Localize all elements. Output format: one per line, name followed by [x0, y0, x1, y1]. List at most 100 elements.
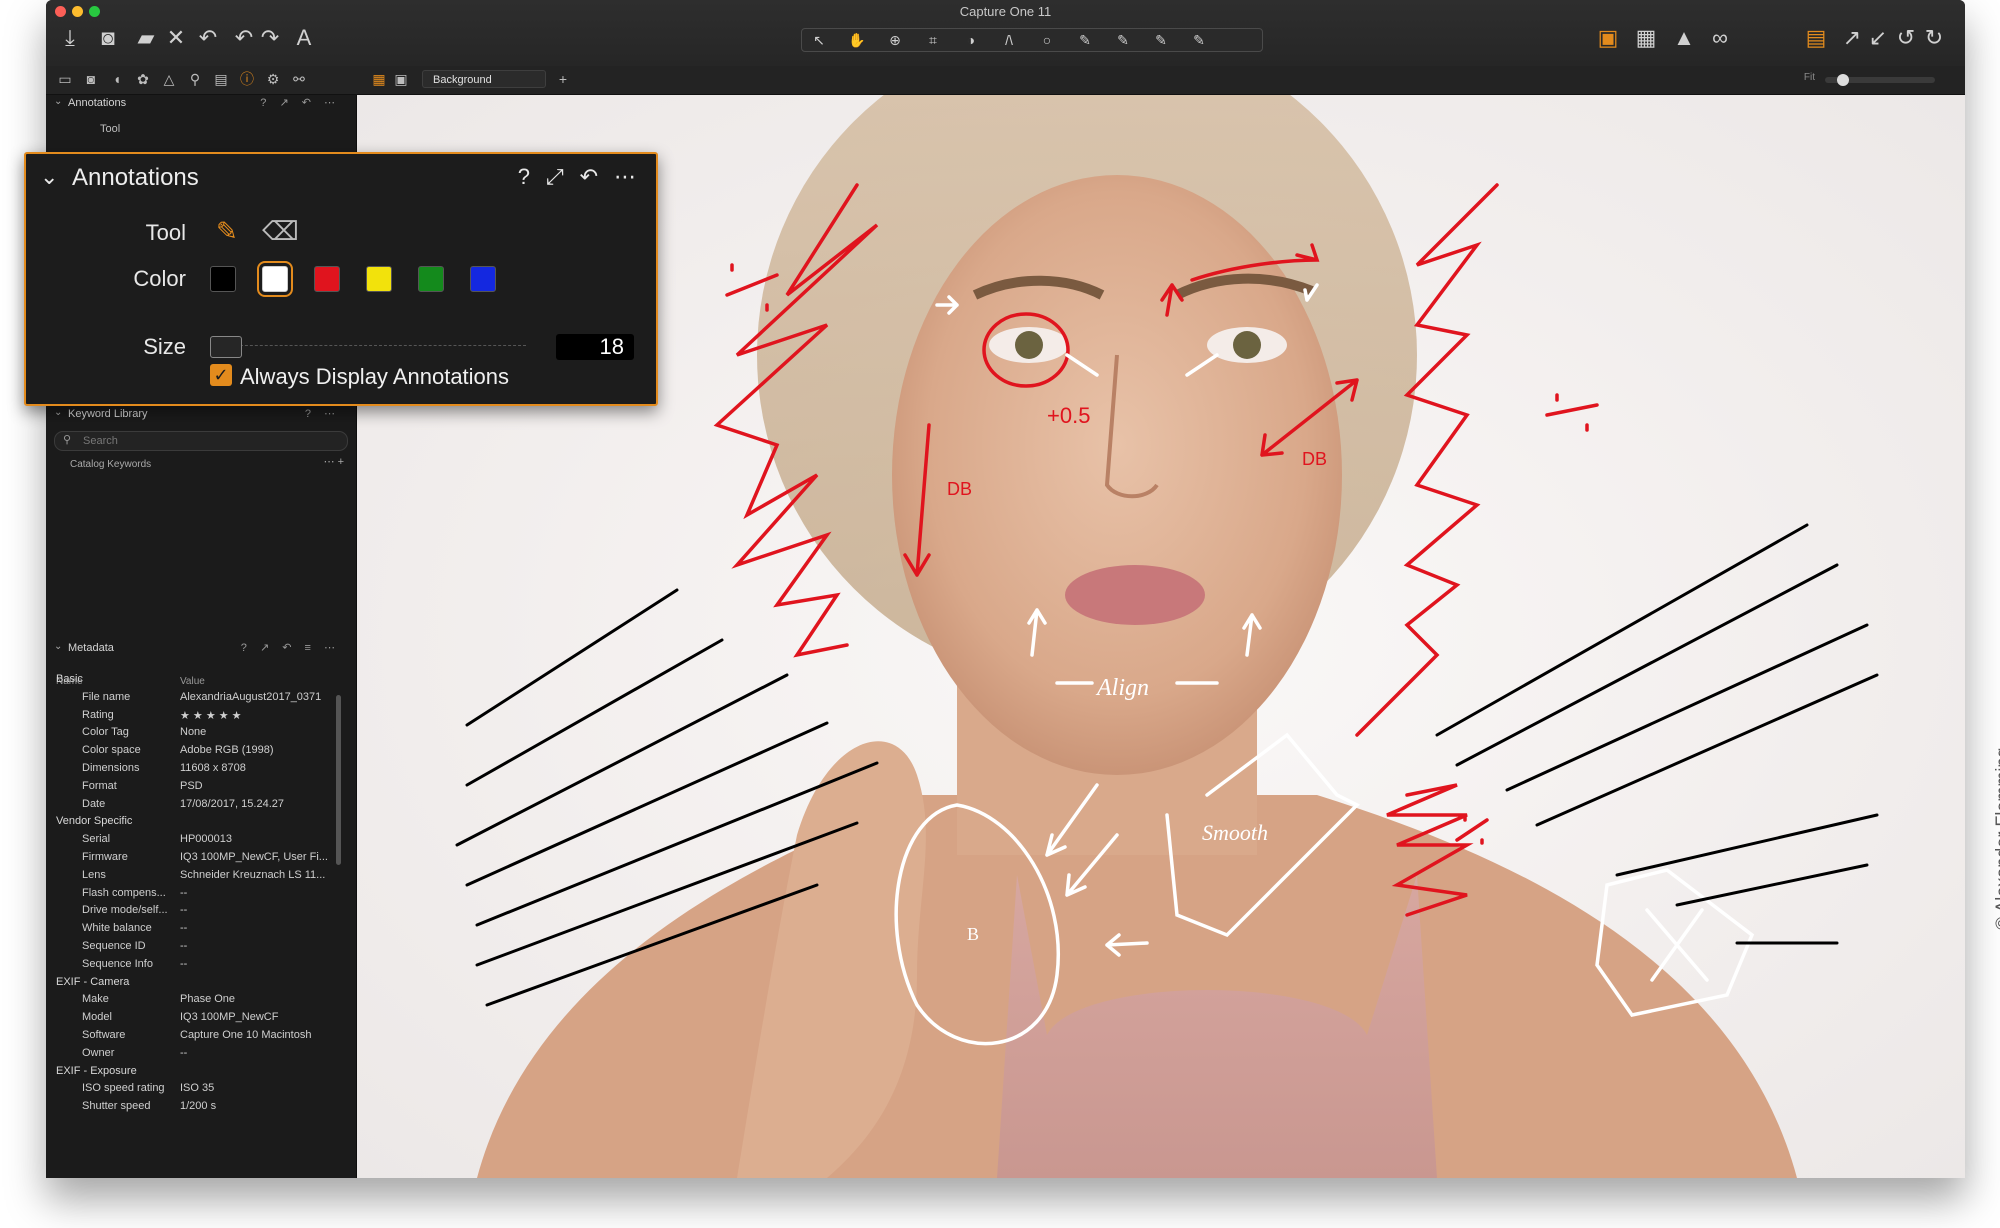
size-value-field[interactable]: 18: [556, 334, 634, 360]
warning-icon[interactable]: ▲: [1670, 24, 1698, 52]
undo2-icon[interactable]: ↶: [230, 24, 258, 52]
camera-icon[interactable]: ◙: [94, 24, 122, 52]
metadata-row[interactable]: Color space Adobe RGB (1998): [46, 742, 346, 760]
keyword-library-header[interactable]: ⌄ Keyword Library ? ⋯: [46, 406, 346, 424]
help-icon[interactable]: ?: [518, 164, 530, 189]
metadata-row[interactable]: Dimensions 11608 x 8708: [46, 760, 346, 778]
add-layer-icon[interactable]: +: [554, 70, 572, 88]
metadata-tab-icon[interactable]: ⓘ: [238, 70, 256, 88]
metadata-row[interactable]: Lens Schneider Kreuznach LS 11...: [46, 867, 346, 885]
metadata-group-row[interactable]: Basic: [46, 671, 346, 689]
exposure-tab-icon[interactable]: △: [160, 70, 178, 88]
metadata-row[interactable]: Sequence Info --: [46, 956, 346, 974]
color-swatch-blue[interactable]: [470, 266, 496, 292]
import-icon[interactable]: ⤓: [56, 24, 84, 52]
section-actions[interactable]: ? ↗ ↶ ⋯: [260, 96, 340, 109]
reset-icon[interactable]: ↶: [580, 164, 598, 189]
rotate-right-icon[interactable]: ↻: [1920, 24, 1948, 52]
zoom-slider[interactable]: [1825, 74, 1935, 86]
metadata-group-row[interactable]: EXIF - Exposure: [46, 1063, 346, 1081]
metadata-row[interactable]: Make Phase One: [46, 991, 346, 1009]
metadata-row[interactable]: Software Capture One 10 Macintosh: [46, 1027, 346, 1045]
zoom-slider-knob[interactable]: [1837, 74, 1849, 86]
proof-icon[interactable]: ∞: [1706, 24, 1734, 52]
grid-view-icon[interactable]: ▦: [370, 70, 388, 88]
annotations-popup: ⌄ Annotations ? ⤢ ↶ ⋯ Tool ✎ ⌫ Color Size 1…: [24, 152, 658, 406]
metadata-row[interactable]: ISO speed rating ISO 35: [46, 1080, 346, 1098]
add-keyword-button[interactable]: ⋯ +: [324, 455, 344, 468]
spot-tool-icon[interactable]: ○: [1030, 29, 1064, 51]
metadata-group-row[interactable]: EXIF - Camera: [46, 974, 346, 992]
erase-tool-icon[interactable]: ✎: [1144, 29, 1178, 51]
close-icon[interactable]: ✕: [162, 24, 190, 52]
collapse-icon[interactable]: ↙: [1864, 24, 1892, 52]
zoom-fit-label[interactable]: Fit: [1804, 72, 1815, 83]
annotation-pen-icon[interactable]: ✎: [1182, 29, 1216, 51]
metadata-row[interactable]: White balance --: [46, 920, 346, 938]
batch-tab-icon[interactable]: ⚯: [290, 70, 308, 88]
pan-tool-icon[interactable]: ✋: [840, 29, 874, 51]
lens-tab-icon[interactable]: ◖: [108, 70, 126, 88]
single-view-icon[interactable]: ▣: [392, 70, 410, 88]
more-icon[interactable]: ⋯: [614, 164, 636, 189]
metadata-row[interactable]: Shutter speed 1/200 s: [46, 1098, 346, 1116]
undo-icon[interactable]: ↶: [194, 24, 222, 52]
color-swatch-green[interactable]: [418, 266, 444, 292]
details-tab-icon[interactable]: ⚲: [186, 70, 204, 88]
layer-select[interactable]: Background: [422, 70, 546, 88]
color-swatch-yellow[interactable]: [366, 266, 392, 292]
metadata-value: ISO 35: [180, 1082, 215, 1095]
pencil-tool-icon[interactable]: ✎: [216, 216, 238, 247]
select-tool-icon[interactable]: ↖: [802, 29, 836, 51]
size-slider[interactable]: [210, 336, 526, 358]
metadata-row[interactable]: Format PSD: [46, 778, 346, 796]
annotate-icon[interactable]: ▣: [1594, 24, 1622, 52]
library-tab-icon[interactable]: ▭: [56, 70, 74, 88]
metadata-row[interactable]: Flash compens... --: [46, 885, 346, 903]
zoom-tool-icon[interactable]: ⊕: [878, 29, 912, 51]
section-actions[interactable]: ? ↗ ↶ ≡ ⋯: [241, 641, 340, 654]
metadata-row[interactable]: Rating ★ ★ ★ ★ ★: [46, 707, 346, 725]
brush-tool-icon[interactable]: ✎: [1106, 29, 1140, 51]
metadata-row[interactable]: Date 17/08/2017, 15.24.27: [46, 796, 346, 814]
metadata-row[interactable]: Drive mode/self... --: [46, 902, 346, 920]
metadata-group-row[interactable]: Vendor Specific: [46, 813, 346, 831]
rotate-left-icon[interactable]: ↺: [1892, 24, 1920, 52]
always-display-checkbox[interactable]: ✓: [210, 364, 232, 386]
metadata-scrollbar[interactable]: [336, 695, 341, 865]
folder-icon[interactable]: ▰: [132, 24, 160, 52]
color-tab-icon[interactable]: ✿: [134, 70, 152, 88]
crop-tool-icon[interactable]: ⌗: [916, 29, 950, 51]
expand-icon[interactable]: ↗: [1838, 24, 1866, 52]
tool-label: Tool: [145, 220, 186, 245]
expand-icon[interactable]: ⤢: [546, 164, 564, 189]
metadata-section-header[interactable]: ⌄ Metadata ? ↗ ↶ ≡ ⋯: [46, 640, 346, 658]
metadata-value: --: [180, 922, 188, 935]
layers-icon[interactable]: ▤: [1802, 24, 1830, 52]
keystone-tool-icon[interactable]: /\: [992, 29, 1026, 51]
color-swatch-red[interactable]: [314, 266, 340, 292]
metadata-row[interactable]: Owner --: [46, 1045, 346, 1063]
eraser-tool-icon[interactable]: ⌫: [262, 216, 299, 247]
size-slider-thumb[interactable]: [210, 336, 242, 358]
metadata-row[interactable]: Color Tag None: [46, 724, 346, 742]
metadata-row[interactable]: File name AlexandriaAugust2017_0371: [46, 689, 346, 707]
local-adjust-tab-icon[interactable]: ▤: [212, 70, 230, 88]
redo-icon[interactable]: ↷: [256, 24, 284, 52]
metadata-row[interactable]: Model IQ3 100MP_NewCF: [46, 1009, 346, 1027]
keyword-search-input[interactable]: ⚲ Search: [54, 431, 348, 451]
metadata-row[interactable]: Sequence ID --: [46, 938, 346, 956]
annotations-section-header[interactable]: ⌄ Annotations ? ↗ ↶ ⋯: [46, 95, 346, 113]
chevron-down-icon[interactable]: ⌄: [40, 164, 58, 190]
text-icon[interactable]: A: [290, 24, 318, 52]
metadata-row[interactable]: Serial HP000013: [46, 831, 346, 849]
picker-tool-icon[interactable]: ✎: [1068, 29, 1102, 51]
capture-tab-icon[interactable]: ◙: [82, 70, 100, 88]
output-tab-icon[interactable]: ⚙: [264, 70, 282, 88]
rotate-tool-icon[interactable]: ◑: [954, 29, 988, 51]
color-swatch-black[interactable]: [210, 266, 236, 292]
metadata-row[interactable]: Firmware IQ3 100MP_NewCF, User Fi...: [46, 849, 346, 867]
section-actions[interactable]: ? ⋯: [305, 407, 340, 420]
grid-icon[interactable]: ▦: [1632, 24, 1660, 52]
color-swatch-white[interactable]: [257, 261, 293, 297]
